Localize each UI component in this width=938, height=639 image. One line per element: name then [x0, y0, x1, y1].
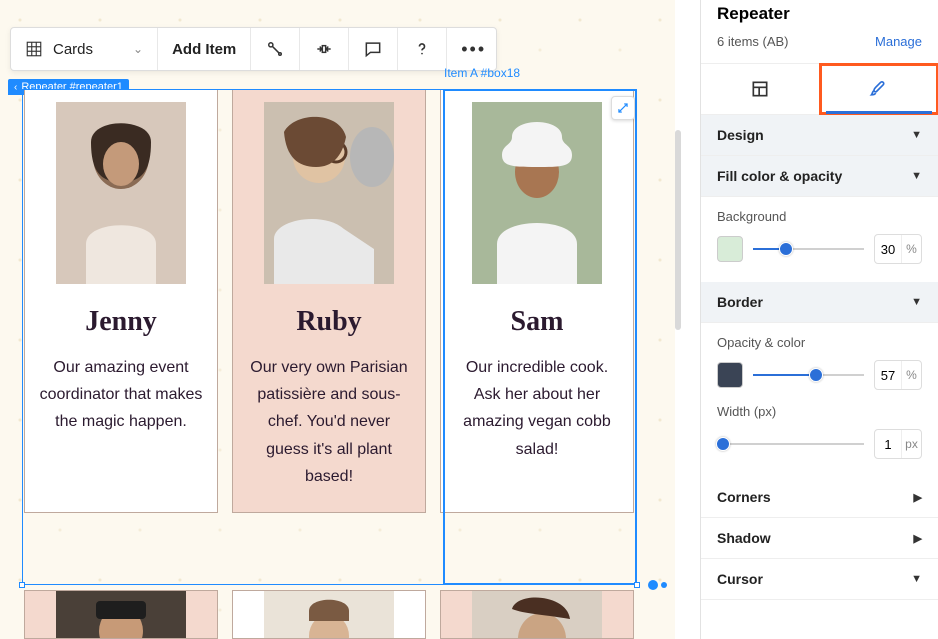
value: 30 [875, 242, 901, 257]
card-description[interactable]: Our very own Parisian patissière and sou… [233, 354, 425, 490]
repeater-row-2 [24, 590, 634, 639]
card-image[interactable] [56, 591, 186, 639]
more-button[interactable]: ••• [447, 28, 496, 70]
section-label: Design [717, 127, 764, 143]
border-opacity-slider[interactable] [753, 365, 864, 385]
card-image[interactable] [264, 102, 394, 284]
element-toolbar: Cards ⌄ Add Item ••• [10, 27, 497, 71]
background-label: Background [717, 209, 922, 224]
panel-tabs [701, 63, 938, 115]
section-design[interactable]: Design ▼ [701, 115, 938, 156]
expand-icon [616, 101, 630, 115]
border-width-input[interactable]: 1 px [874, 429, 922, 459]
expand-button[interactable] [611, 96, 635, 120]
repeater-item[interactable]: Jenny Our amazing event coordinator that… [24, 89, 218, 513]
unit: % [901, 235, 921, 263]
background-opacity-slider[interactable] [753, 239, 864, 259]
chevron-down-icon: ▼ [911, 129, 922, 141]
add-item-button[interactable]: Add Item [158, 28, 251, 70]
add-item-label: Add Item [172, 41, 236, 58]
card-title[interactable]: Jenny [85, 306, 157, 338]
card-title[interactable]: Sam [511, 306, 564, 338]
repeater-item[interactable] [24, 590, 218, 639]
section-border[interactable]: Border ▼ [701, 282, 938, 323]
layout-selector[interactable]: Cards ⌄ [11, 28, 158, 70]
section-label: Corners [717, 489, 771, 505]
background-swatch[interactable] [717, 236, 743, 262]
tab-design[interactable] [820, 64, 938, 114]
animation-icon [265, 39, 285, 59]
chevron-right-icon: ▶ [914, 532, 922, 545]
manage-link[interactable]: Manage [875, 34, 922, 49]
unit: px [901, 430, 921, 458]
item-tag[interactable]: Item A #box18 [444, 66, 520, 80]
border-opacity-input[interactable]: 57 % [874, 360, 922, 390]
brush-icon [869, 79, 889, 99]
card-image[interactable] [472, 591, 602, 639]
background-opacity-input[interactable]: 30 % [874, 234, 922, 264]
section-label: Fill color & opacity [717, 168, 842, 184]
layout-label: Cards [53, 41, 93, 58]
section-label: Border [717, 294, 763, 310]
fill-controls: Background 30 % [701, 197, 938, 282]
resize-handle[interactable] [648, 580, 658, 590]
panel-title: Repeater [701, 0, 938, 34]
border-swatch[interactable] [717, 362, 743, 388]
tab-layout[interactable] [701, 64, 820, 114]
width-label: Width (px) [717, 404, 922, 419]
more-icon: ••• [461, 39, 486, 60]
section-corners[interactable]: Corners ▶ [701, 477, 938, 518]
scrollbar-thumb[interactable] [675, 130, 681, 330]
chevron-down-icon: ▼ [911, 296, 922, 308]
repeater-item[interactable]: Ruby Our very own Parisian patissière an… [232, 89, 426, 513]
unit: % [901, 361, 921, 389]
repeater-row-1: Jenny Our amazing event coordinator that… [24, 89, 634, 513]
comment-icon [363, 39, 383, 59]
card-title[interactable]: Ruby [296, 306, 361, 338]
section-shadow[interactable]: Shadow ▶ [701, 518, 938, 559]
inspector-panel: Repeater 6 items (AB) Manage Design ▼ Fi… [700, 0, 938, 639]
stretch-icon [314, 39, 334, 59]
item-count: 6 items (AB) [717, 34, 789, 49]
repeater-item[interactable]: Sam Our incredible cook. Ask her about h… [440, 89, 634, 513]
value: 1 [875, 437, 901, 452]
card-description[interactable]: Our amazing event coordinator that makes… [25, 354, 217, 436]
resize-handle[interactable] [634, 582, 640, 588]
value: 57 [875, 368, 901, 383]
layout-icon [750, 79, 770, 99]
card-image[interactable] [264, 591, 394, 639]
card-image[interactable] [472, 102, 602, 284]
chevron-down-icon: ▼ [911, 170, 922, 182]
section-cursor[interactable]: Cursor ▼ [701, 559, 938, 600]
opacity-color-label: Opacity & color [717, 335, 922, 350]
section-label: Cursor [717, 571, 763, 587]
section-fill[interactable]: Fill color & opacity ▼ [701, 156, 938, 197]
border-width-slider[interactable] [719, 434, 864, 454]
stretch-button[interactable] [300, 28, 349, 70]
repeater-item[interactable] [232, 590, 426, 639]
repeater-item[interactable] [440, 590, 634, 639]
grid-icon [25, 40, 43, 58]
help-button[interactable] [398, 28, 447, 70]
chevron-down-icon: ▼ [911, 573, 922, 585]
section-label: Shadow [717, 530, 771, 546]
chevron-left-icon: ‹ [14, 82, 17, 93]
resize-handle[interactable] [661, 582, 667, 588]
comment-button[interactable] [349, 28, 398, 70]
border-controls: Opacity & color 57 % Width (px) 1 px [701, 323, 938, 477]
chevron-down-icon: ⌄ [133, 42, 143, 56]
chevron-right-icon: ▶ [914, 491, 922, 504]
resize-handle[interactable] [19, 582, 25, 588]
card-image[interactable] [56, 102, 186, 284]
help-icon [412, 39, 432, 59]
animation-button[interactable] [251, 28, 300, 70]
card-description[interactable]: Our incredible cook. Ask her about her a… [441, 354, 633, 463]
